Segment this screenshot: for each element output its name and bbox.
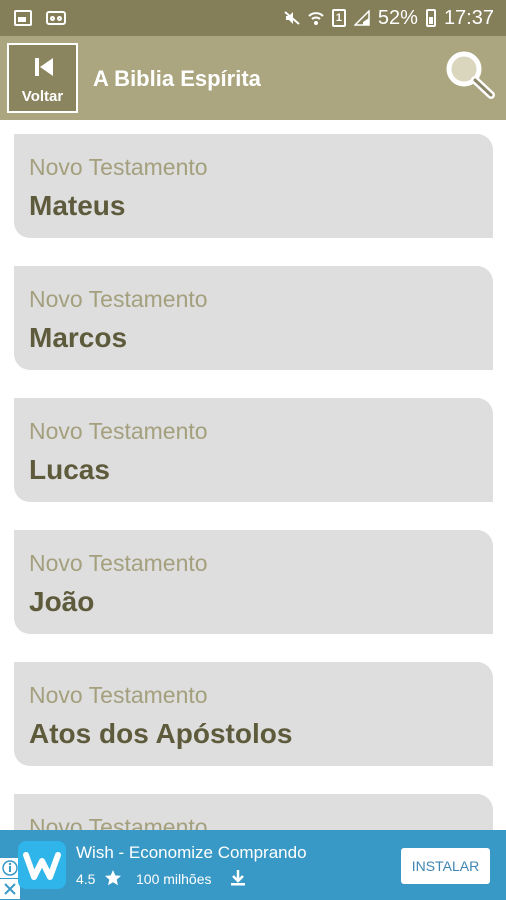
status-bar: 1 52% 17:37	[0, 0, 506, 36]
ad-info-icon[interactable]	[0, 858, 20, 878]
wish-logo	[18, 841, 66, 889]
sim-icon: 1	[331, 9, 346, 27]
book-card-joao[interactable]: Novo Testamento João	[14, 530, 493, 634]
voicemail-icon	[46, 11, 66, 25]
battery-percent: 52%	[377, 6, 418, 29]
search-icon[interactable]	[443, 48, 499, 100]
star-icon	[105, 870, 121, 886]
battery-charging-icon	[425, 9, 436, 27]
book-name: Lucas	[29, 454, 110, 485]
book-testament: Novo Testamento	[29, 286, 208, 312]
book-card-lucas[interactable]: Novo Testamento Lucas	[14, 398, 493, 502]
wifi-icon	[308, 12, 324, 25]
ad-title: Wish - Economize Comprando	[76, 843, 307, 862]
book-testament: Novo Testamento	[29, 154, 208, 180]
ad-rating: 4.5	[76, 871, 96, 887]
book-card-marcos[interactable]: Novo Testamento Marcos	[14, 266, 493, 370]
page-title: A Biblia Espírita	[93, 66, 261, 91]
book-testament: Novo Testamento	[29, 418, 208, 444]
back-button[interactable]: Voltar	[7, 43, 78, 113]
app-bar: Voltar A Biblia Espírita	[0, 36, 506, 120]
ad-download-count: 100 milhões	[136, 871, 212, 887]
book-name: Mateus	[29, 190, 126, 221]
signal-icon	[353, 10, 370, 26]
sim-label: 1	[335, 12, 342, 24]
download-icon	[231, 870, 245, 886]
book-name: Atos dos Apóstolos	[29, 718, 293, 749]
book-list[interactable]: Novo Testamento Mateus Novo Testamento M…	[0, 120, 506, 830]
book-name: Marcos	[29, 322, 128, 353]
book-card-atos[interactable]: Novo Testamento Atos dos Apóstolos	[14, 662, 493, 766]
back-label: Voltar	[21, 88, 64, 105]
skip-back-icon	[35, 58, 53, 76]
book-testament: Novo Testamento	[29, 550, 208, 576]
book-testament: Novo Testamento	[29, 682, 208, 708]
mute-icon	[284, 11, 300, 25]
ad-banner[interactable]: Wish - Economize Comprando 4.5 100 milhõ…	[0, 830, 506, 900]
close-icon[interactable]	[0, 879, 20, 899]
book-testament: Novo Testamento	[29, 814, 208, 830]
clock: 17:37	[443, 6, 494, 29]
book-card-mateus[interactable]: Novo Testamento Mateus	[14, 134, 493, 238]
book-card-partial[interactable]: Novo Testamento	[14, 794, 493, 830]
book-name: João	[29, 586, 95, 617]
install-button[interactable]: INSTALAR	[401, 848, 490, 884]
image-icon	[14, 10, 32, 26]
